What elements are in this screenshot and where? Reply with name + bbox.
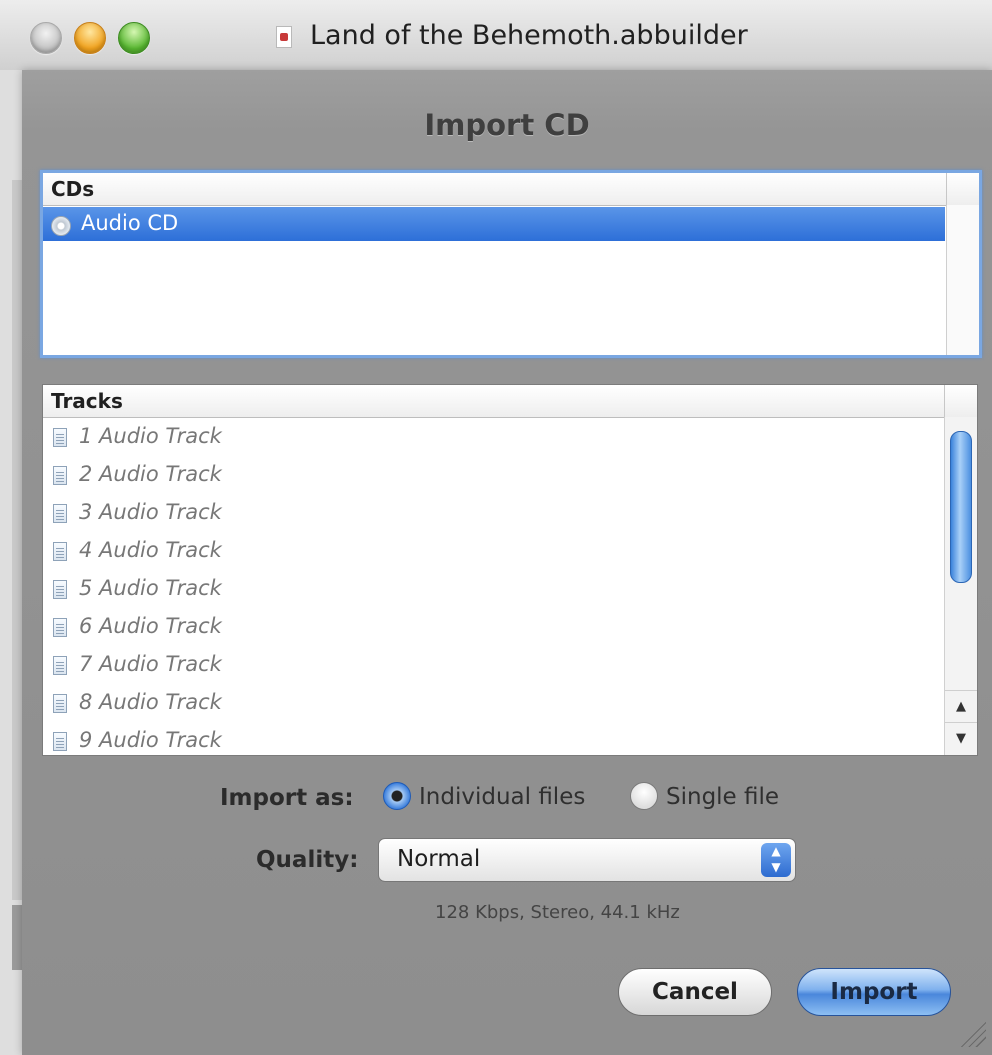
- individual-files-label[interactable]: Individual files: [419, 784, 585, 810]
- background-window-strip: [0, 70, 22, 1055]
- document-icon: [276, 26, 292, 48]
- quality-label: Quality:: [256, 847, 359, 873]
- single-file-radio[interactable]: [630, 782, 658, 810]
- scroll-down-arrow[interactable]: ▼: [945, 722, 977, 755]
- track-row[interactable]: 5 Audio Track: [43, 570, 943, 608]
- cd-icon: [51, 216, 71, 236]
- close-button[interactable]: [30, 22, 62, 54]
- track-label: 8 Audio Track: [79, 690, 222, 714]
- cd-row-audio-cd[interactable]: Audio CD: [43, 207, 945, 241]
- track-label: 2 Audio Track: [79, 462, 222, 486]
- tracks-table[interactable]: Tracks 1 Audio Track 2 Audio Track 3 Aud…: [42, 384, 978, 756]
- audio-track-icon: [53, 732, 67, 751]
- audio-track-icon: [53, 618, 67, 637]
- track-label: 4 Audio Track: [79, 538, 222, 562]
- quality-value: Normal: [397, 846, 481, 872]
- track-row[interactable]: 1 Audio Track: [43, 418, 943, 456]
- audio-track-icon: [53, 504, 67, 523]
- background-edge-dark: [12, 905, 22, 970]
- track-label: 5 Audio Track: [79, 576, 222, 600]
- track-row[interactable]: 6 Audio Track: [43, 608, 943, 646]
- header-corner: [944, 385, 977, 417]
- track-label: 9 Audio Track: [79, 728, 222, 752]
- select-arrows-icon: ▲ ▼: [761, 843, 791, 877]
- track-label: 3 Audio Track: [79, 500, 222, 524]
- cds-header-label: CDs: [51, 177, 95, 201]
- individual-files-radio[interactable]: [383, 782, 411, 810]
- track-row[interactable]: 9 Audio Track: [43, 722, 943, 755]
- track-row[interactable]: 3 Audio Track: [43, 494, 943, 532]
- scroll-up-arrow[interactable]: ▲: [945, 690, 977, 723]
- window: Land of the Behemoth.abbuilder Import CD…: [0, 0, 992, 1055]
- sheet-title: Import CD: [424, 108, 590, 142]
- track-label: 1 Audio Track: [79, 424, 222, 448]
- background-edge: [12, 180, 22, 900]
- zoom-button[interactable]: [118, 22, 150, 54]
- window-title: Land of the Behemoth.abbuilder: [310, 20, 748, 51]
- audio-track-icon: [53, 542, 67, 561]
- track-row[interactable]: 4 Audio Track: [43, 532, 943, 570]
- track-row[interactable]: 7 Audio Track: [43, 646, 943, 684]
- import-as-label: Import as:: [220, 785, 354, 811]
- scroll-thumb[interactable]: [950, 431, 972, 583]
- audio-track-icon: [53, 656, 67, 675]
- cds-header[interactable]: CDs: [43, 173, 979, 206]
- audio-track-icon: [53, 428, 67, 447]
- import-cd-sheet: Import CD CDs Audio CD Tracks 1 Audio Tr…: [22, 70, 992, 1055]
- track-row[interactable]: 2 Audio Track: [43, 456, 943, 494]
- tracks-scrollbar[interactable]: ▲ ▼: [944, 417, 977, 755]
- header-corner: [946, 173, 979, 205]
- cds-scroll-track: [946, 205, 979, 355]
- resize-grip[interactable]: [958, 1019, 986, 1047]
- audio-track-icon: [53, 694, 67, 713]
- track-label: 6 Audio Track: [79, 614, 222, 638]
- tracks-header-label: Tracks: [51, 389, 123, 413]
- cds-table[interactable]: CDs Audio CD: [40, 170, 982, 358]
- title-bar: Land of the Behemoth.abbuilder: [0, 0, 992, 71]
- quality-description: 128 Kbps, Stereo, 44.1 kHz: [435, 902, 680, 923]
- track-label: 7 Audio Track: [79, 652, 222, 676]
- cd-row-label: Audio CD: [81, 211, 179, 235]
- quality-select[interactable]: Normal ▲ ▼: [378, 838, 796, 882]
- single-file-label[interactable]: Single file: [666, 784, 779, 810]
- cancel-button[interactable]: Cancel: [618, 968, 772, 1016]
- track-row[interactable]: 8 Audio Track: [43, 684, 943, 722]
- minimize-button[interactable]: [74, 22, 106, 54]
- tracks-header[interactable]: Tracks: [43, 385, 977, 418]
- import-button[interactable]: Import: [797, 968, 951, 1016]
- audio-track-icon: [53, 466, 67, 485]
- audio-track-icon: [53, 580, 67, 599]
